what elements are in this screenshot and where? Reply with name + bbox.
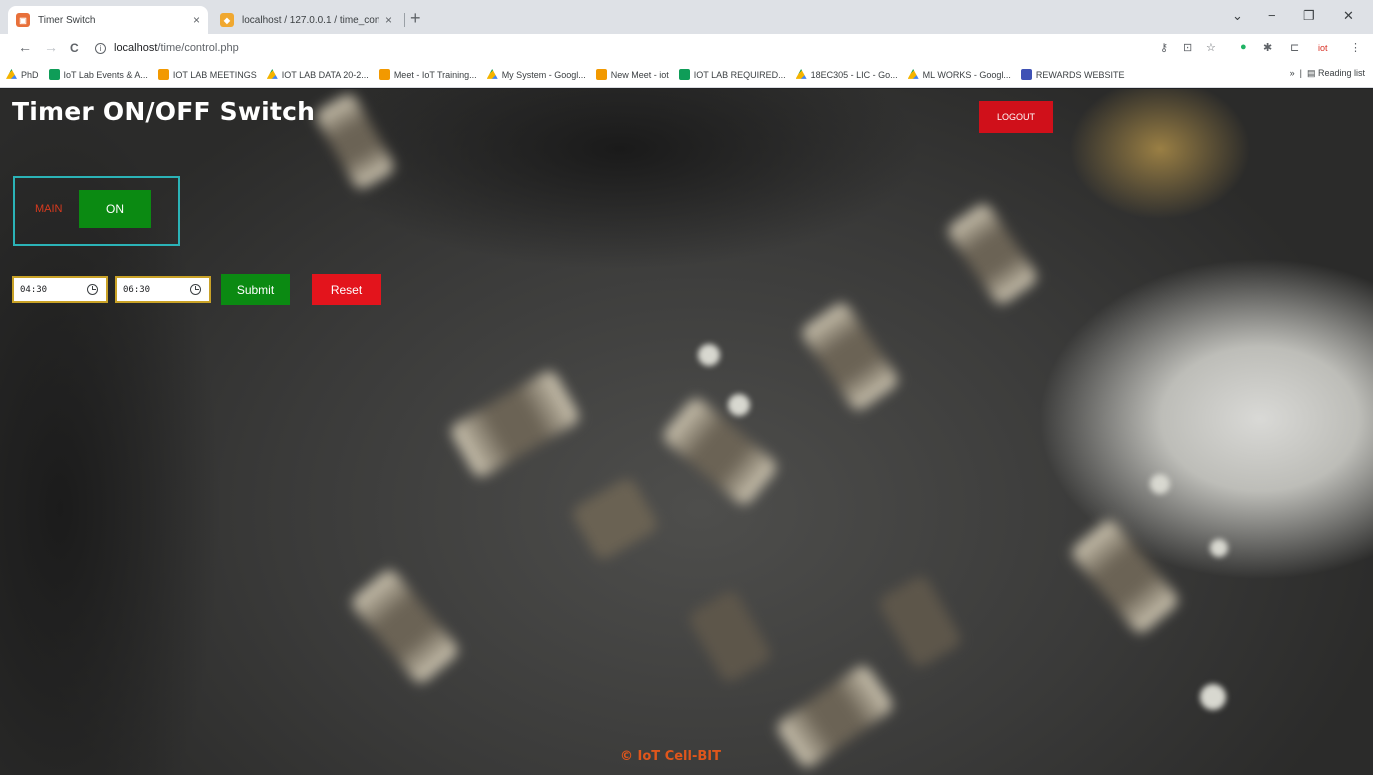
more-bookmarks-button[interactable]: » [1290,68,1295,78]
bookmark-item[interactable]: My System - Googl... [486,69,586,80]
tab-timer-switch[interactable]: ▣ Timer Switch × [8,6,208,34]
tab-phpmyadmin[interactable]: ◆ localhost / 127.0.0.1 / time_contr × [212,6,400,34]
background-component [348,566,462,687]
background-component [448,368,582,480]
tab-title: localhost / 127.0.0.1 / time_contr [242,14,379,26]
background-dot [1150,474,1170,494]
background-component [876,573,964,670]
reset-button[interactable]: Reset [312,274,381,305]
site-info-icon[interactable]: i [95,42,106,54]
background-dot [1210,539,1228,557]
drive-icon [486,69,498,79]
menu-kebab-icon[interactable]: ⋮ [1350,41,1361,54]
forward-button[interactable]: → [44,39,58,55]
key-icon[interactable]: ⚷ [1160,41,1168,54]
reading-list-icon: ▤ [1306,68,1316,78]
sheets-icon [678,69,690,80]
extension-green-icon[interactable]: ● [1240,41,1247,53]
bookmark-item[interactable]: IOT LAB DATA 20-2... [266,69,369,80]
clock-icon[interactable] [190,284,201,295]
bookmark-item[interactable]: IOT LAB REQUIRED... [678,69,786,80]
off-time-input[interactable]: 06:30 [115,276,211,303]
main-toggle-button[interactable]: ON [79,190,151,228]
bookmark-item[interactable]: REWARDS WEBSITE [1020,69,1125,80]
cast-icon[interactable]: ⊏ [1290,41,1299,54]
page-title: Timer ON/OFF Switch [12,97,316,126]
extensions-puzzle-icon[interactable]: ✱ [1263,41,1272,54]
sheets-icon [48,69,60,80]
submit-button[interactable]: Submit [221,274,290,305]
page-content: Timer ON/OFF Switch LOGOUT MAIN ON 04:30… [0,89,1373,775]
background-component [569,475,661,563]
maximize-button[interactable]: ❐ [1303,8,1315,24]
page-favicon-icon: ▣ [16,13,30,27]
phpmyadmin-favicon-icon: ◆ [220,13,234,27]
close-window-button[interactable]: ✕ [1343,8,1354,24]
close-tab-icon[interactable]: × [193,13,200,27]
bookmark-item[interactable]: ML WORKS - Googl... [907,69,1011,80]
clock-icon[interactable] [87,284,98,295]
tab-search-icon[interactable]: ⌄ [1232,8,1243,24]
background-dot [728,394,750,416]
tab-divider [404,13,405,27]
back-button[interactable]: ← [18,39,32,55]
meet-icon [595,69,607,80]
reload-button[interactable]: C [70,41,79,55]
bookmarks-bar: PhD IoT Lab Events & A... IOT LAB MEETIN… [0,62,1373,88]
footer-copyright: © IoT Cell-BIT [620,749,721,764]
background-component [660,395,780,508]
drive-icon [6,69,17,79]
bookmark-item[interactable]: IOT LAB MEETINGS [157,69,257,80]
install-icon[interactable]: ⊡ [1183,41,1192,54]
reading-list-button[interactable]: Reading list [1318,68,1365,78]
drive-icon [266,69,278,79]
main-switch-panel: MAIN ON [13,176,180,246]
meet-icon [378,69,390,80]
url-host: localhost [114,42,158,54]
tab-strip: ▣ Timer Switch × ◆ localhost / 127.0.0.1… [0,0,1373,34]
profile-avatar[interactable]: iot [1318,43,1328,53]
bookmarks-right: » | ▤ Reading list [1289,68,1365,78]
on-time-input[interactable]: 04:30 [12,276,108,303]
new-tab-button[interactable]: + [410,8,421,29]
background-dot [1200,684,1226,710]
bookmark-star-icon[interactable]: ☆ [1206,41,1216,54]
background-component [774,662,896,771]
minimize-button[interactable]: − [1268,8,1276,23]
background-dot [698,344,720,366]
bookmark-item[interactable]: PhD [6,69,39,80]
background-component [798,299,902,414]
on-time-value: 04:30 [20,284,48,295]
drive-icon [795,69,807,79]
address-bar[interactable]: i localhost /time/control.php [95,38,1135,58]
main-label: MAIN [35,203,63,215]
bookmark-item[interactable]: IoT Lab Events & A... [48,69,148,80]
bookmark-item[interactable]: 18EC305 - LIC - Go... [795,69,898,80]
browser-toolbar: ← → C i localhost /time/control.php ⚷ ⊡ … [0,34,1373,62]
bookmark-item[interactable]: Meet - IoT Training... [378,69,477,80]
background-component [944,200,1041,308]
url-path: /time/control.php [157,42,239,54]
background-component [686,588,774,685]
bookmark-item[interactable]: New Meet - iot [595,69,669,80]
off-time-value: 06:30 [123,284,151,295]
tab-title: Timer Switch [38,14,96,26]
logout-button[interactable]: LOGOUT [979,101,1053,133]
background-component [313,91,397,192]
meet-icon [157,69,169,80]
drive-icon [907,69,919,79]
close-tab-icon[interactable]: × [385,13,392,27]
rewards-icon [1020,69,1032,80]
background-component [1068,516,1182,637]
